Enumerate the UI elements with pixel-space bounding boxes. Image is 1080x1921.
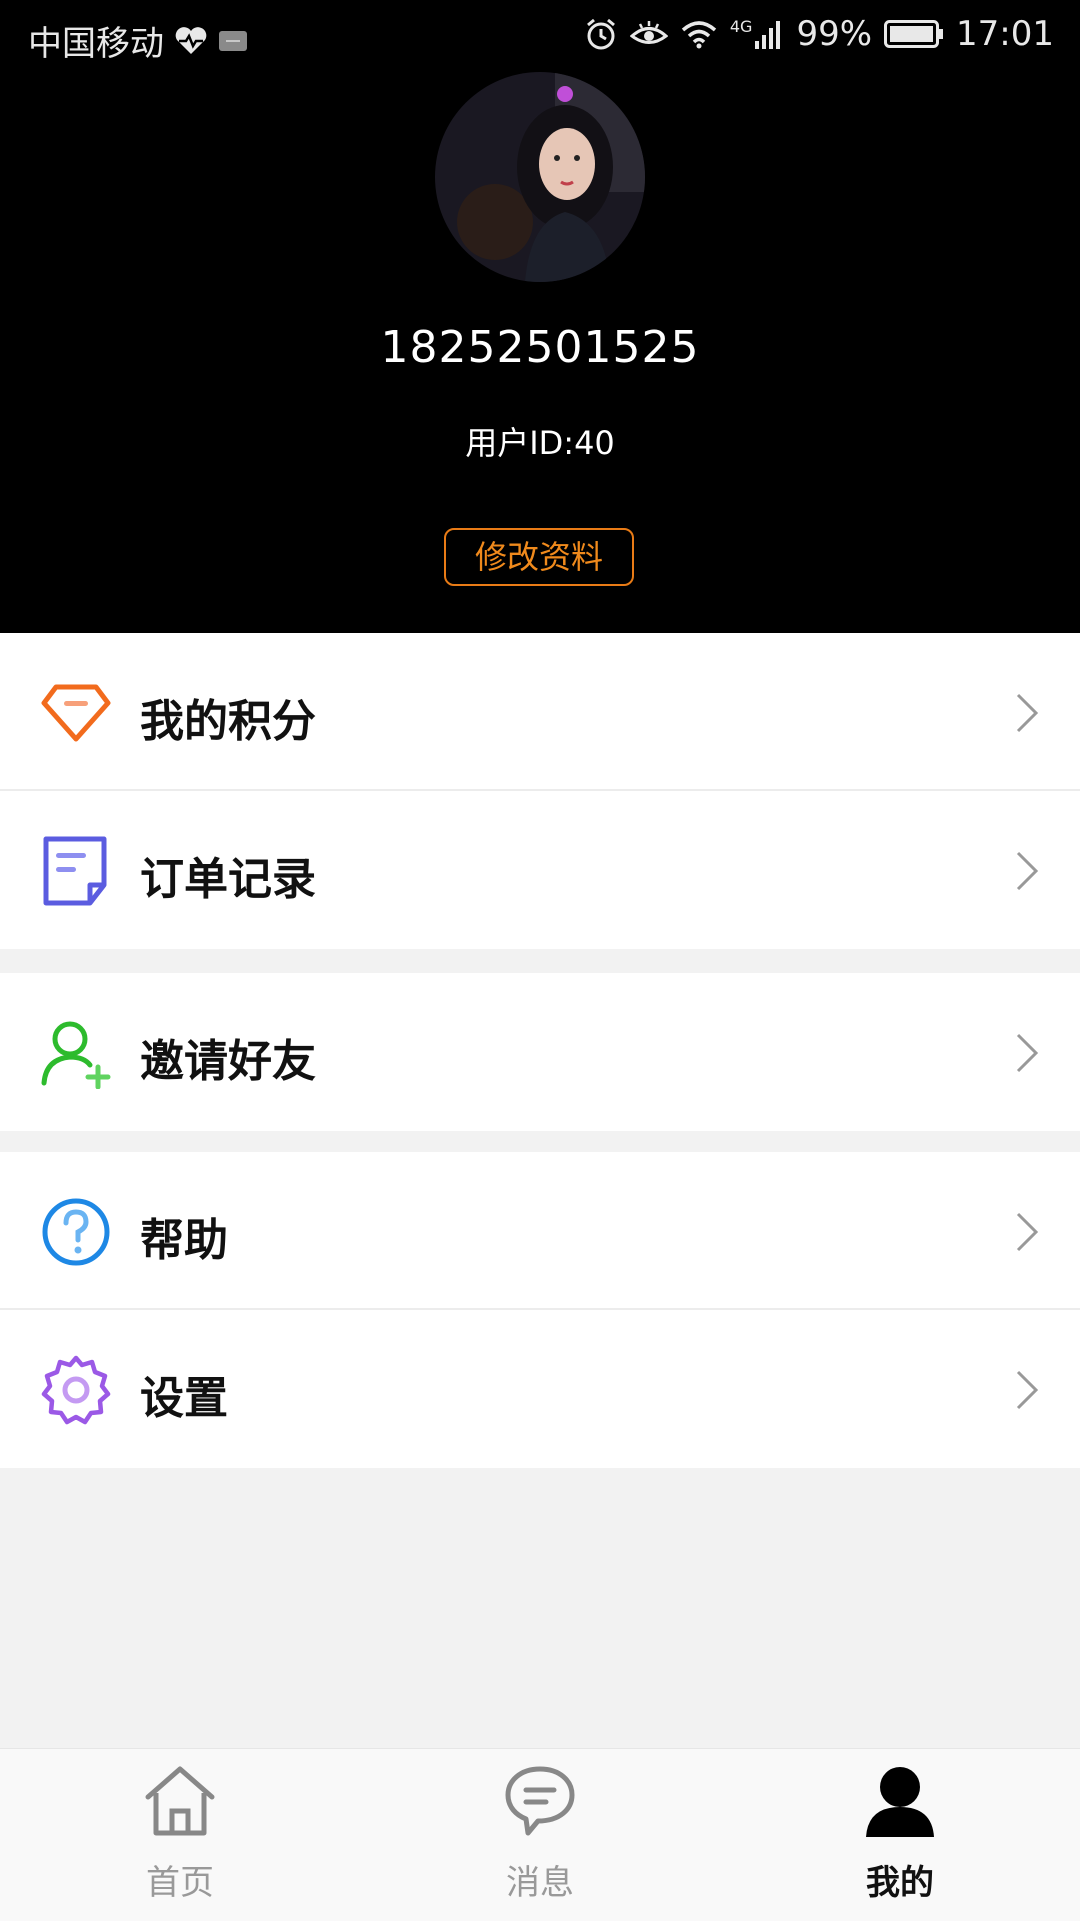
nav-tab-mine[interactable]: 我的 bbox=[720, 1749, 1080, 1921]
diamond-icon bbox=[40, 677, 112, 749]
chevron-right-icon bbox=[1014, 692, 1040, 734]
battery-percent: 99% bbox=[796, 14, 873, 54]
home-icon bbox=[144, 1763, 216, 1839]
menu-item-orders[interactable]: 订单记录 bbox=[0, 791, 1080, 949]
clock-time: 17:01 bbox=[956, 14, 1054, 54]
battery-icon bbox=[884, 20, 944, 48]
signal-icon bbox=[754, 19, 784, 49]
menu-item-invite[interactable]: 邀请好友 bbox=[0, 973, 1080, 1131]
nav-label-messages: 消息 bbox=[506, 1863, 574, 1903]
bottom-navigation: 首页 消息 我的 bbox=[0, 1748, 1080, 1921]
menu-label-help: 帮助 bbox=[140, 1215, 228, 1266]
menu-item-help[interactable]: 帮助 bbox=[0, 1152, 1080, 1310]
menu-group-social: 邀请好友 bbox=[0, 973, 1080, 1131]
avatar[interactable] bbox=[435, 72, 645, 282]
menu-item-points[interactable]: 我的积分 bbox=[0, 633, 1080, 791]
menu-label-orders: 订单记录 bbox=[140, 854, 316, 905]
edit-profile-button[interactable]: 修改资料 bbox=[444, 528, 634, 586]
nav-tab-messages[interactable]: 消息 bbox=[360, 1749, 720, 1921]
message-notification-icon bbox=[218, 30, 248, 52]
nav-label-home: 首页 bbox=[146, 1863, 214, 1903]
profile-header: 中国移动 4G 99% 17:01 18252501525 用户ID:40 修改… bbox=[0, 0, 1080, 633]
help-icon bbox=[40, 1196, 112, 1268]
user-profile-icon bbox=[864, 1763, 936, 1839]
menu-item-settings[interactable]: 设置 bbox=[0, 1310, 1080, 1468]
nav-label-mine: 我的 bbox=[866, 1863, 934, 1903]
menu-label-invite: 邀请好友 bbox=[140, 1036, 316, 1087]
gear-icon bbox=[40, 1354, 112, 1426]
document-icon bbox=[40, 835, 112, 907]
chevron-right-icon bbox=[1014, 1369, 1040, 1411]
chevron-right-icon bbox=[1014, 850, 1040, 892]
heartbeat-icon bbox=[174, 26, 208, 56]
menu-label-settings: 设置 bbox=[140, 1373, 228, 1424]
status-bar: 中国移动 4G 99% 17:01 bbox=[0, 0, 1080, 75]
alarm-icon bbox=[584, 17, 618, 51]
carrier-label: 中国移动 bbox=[28, 24, 164, 64]
menu-label-points: 我的积分 bbox=[140, 696, 316, 747]
menu-group-account: 我的积分 订单记录 bbox=[0, 633, 1080, 949]
chevron-right-icon bbox=[1014, 1211, 1040, 1253]
wifi-icon bbox=[680, 19, 718, 49]
add-friend-icon bbox=[40, 1017, 112, 1090]
chevron-right-icon bbox=[1014, 1032, 1040, 1074]
nav-tab-home[interactable]: 首页 bbox=[0, 1749, 360, 1921]
chat-bubble-icon bbox=[504, 1763, 576, 1839]
eye-comfort-icon bbox=[629, 19, 668, 49]
user-id: 用户ID:40 bbox=[465, 424, 615, 462]
network-type-label: 4G bbox=[729, 17, 753, 36]
phone-number: 18252501525 bbox=[380, 322, 700, 373]
menu-group-support: 帮助 设置 bbox=[0, 1152, 1080, 1468]
